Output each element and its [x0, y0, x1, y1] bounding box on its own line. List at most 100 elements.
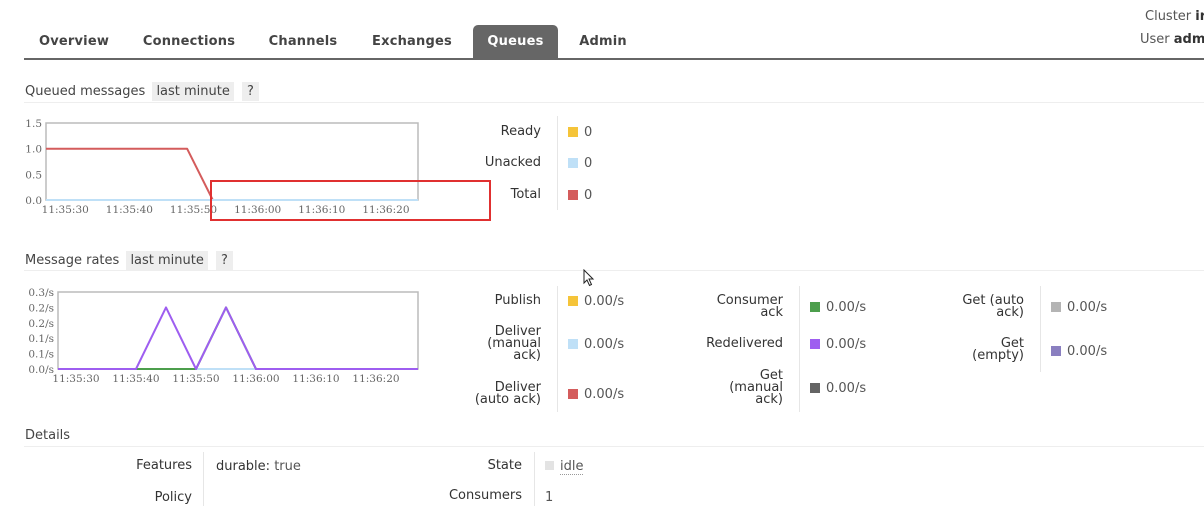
rate-get-auto-ack-label-line: ack) [996, 305, 1024, 320]
features-value: durable: true [216, 459, 301, 474]
queued-legend-ready-label: Ready [440, 124, 541, 139]
rate-redelivered-label: Redelivered [683, 337, 783, 350]
message-rates-chart: 0.0/s 0.1/s 0.1/s 0.2/s 0.2/s 0.3/s 11:35:30 11… [20, 285, 450, 389]
y-tick-label: 0.5 [25, 169, 42, 181]
rate-get-empty-color-swatch[interactable] [1051, 346, 1061, 356]
rate-deliver-manual-ack-label: Deliver (manual ack) [441, 325, 541, 363]
x-tick-label: 11:35:30 [42, 204, 89, 216]
rate-get-manual-ack-value-text: 0.00/s [826, 381, 867, 396]
rate-consumer-ack-label: Consumer ack [683, 294, 783, 320]
rate-get-manual-ack-label: Get (manual ack) [683, 369, 783, 407]
queued-legend-total-color-swatch[interactable] [568, 190, 578, 200]
y-tick-label: 0.2/s [28, 302, 54, 314]
queued-range-selector[interactable]: last minute [152, 82, 234, 101]
rate-consumer-ack-label-line: ack [760, 305, 783, 320]
rates-chart-svg: 0.0/s 0.1/s 0.1/s 0.2/s 0.2/s 0.3/s 11:35:30 11… [28, 287, 419, 385]
rate-redelivered-color-swatch[interactable] [810, 339, 820, 349]
queued-messages-header: Queued messages last minute ? [25, 82, 259, 101]
rate-deliver-auto-ack-value-text: 0.00/s [584, 387, 625, 402]
queued-legend-unacked-value-text: 0 [584, 156, 593, 171]
cluster-value[interactable]: ir [1195, 9, 1204, 24]
y-tick-label: 0.0/s [28, 364, 54, 376]
y-tick-label: 0.1/s [28, 333, 54, 345]
queued-legend-unacked-value: 0 [568, 156, 592, 171]
tab-exchanges[interactable]: Exchanges [364, 25, 460, 58]
features-key: durable: [216, 459, 271, 474]
tab-connections[interactable]: Connections [134, 25, 244, 58]
y-tick-label: 1.5 [25, 118, 42, 130]
message-rates-title: Message rates [25, 253, 120, 268]
rate-get-manual-ack-color-swatch[interactable] [810, 383, 820, 393]
cluster-info: Cluster ir [1145, 9, 1204, 24]
x-tick-label: 11:36:20 [352, 373, 399, 385]
queued-legend-ready-value: 0 [568, 125, 592, 140]
queued-legend-ready-color-swatch[interactable] [568, 127, 578, 137]
mouse-cursor-icon [583, 269, 595, 287]
y-tick-label: 0.1/s [28, 349, 54, 361]
queued-legend-total-value: 0 [568, 188, 592, 203]
rate-redelivered-value: 0.00/s [810, 337, 866, 352]
rate-get-empty-label: Get (empty) [924, 337, 1024, 362]
rate-redelivered-value-text: 0.00/s [826, 337, 867, 352]
rate-get-auto-ack-color-swatch[interactable] [1051, 302, 1061, 312]
rate-publish-label: Publish [441, 293, 541, 308]
rate-deliver-manual-ack-value-text: 0.00/s [584, 337, 625, 352]
y-tick-label: 0.2/s [28, 318, 54, 330]
tab-queues[interactable]: Queues [473, 25, 558, 58]
x-tick-label: 11:35:40 [106, 204, 153, 216]
main-nav-tabs: Overview Connections Channels Exchanges … [24, 25, 1204, 60]
rate-publish-value: 0.00/s [568, 294, 624, 309]
rate-publish-color-swatch[interactable] [568, 296, 578, 306]
x-tick-label: 11:35:50 [172, 373, 219, 385]
queued-legend-ready-label-line: Ready [500, 124, 541, 139]
tab-admin[interactable]: Admin [570, 25, 636, 58]
rate-get-empty-value-text: 0.00/s [1067, 344, 1108, 359]
consumers-value: 1 [545, 490, 554, 505]
section-divider [24, 446, 1204, 447]
rate-consumer-ack-color-swatch[interactable] [810, 302, 820, 312]
y-tick-label: 1.0 [25, 144, 42, 156]
y-tick-label: 0.3/s [28, 287, 54, 299]
rate-get-manual-ack-value: 0.00/s [810, 381, 866, 396]
state-label: State [487, 458, 522, 473]
details-divider [203, 452, 204, 506]
legend-divider [1040, 286, 1041, 372]
state-indicator-icon [545, 461, 554, 470]
rate-deliver-manual-ack-label-line: ack) [513, 348, 541, 363]
rates-help-button[interactable]: ? [216, 251, 233, 270]
rate-get-auto-ack-label: Get (auto ack) [924, 294, 1024, 320]
rate-get-empty-value: 0.00/s [1051, 344, 1107, 359]
rate-get-manual-ack-label-line: ack) [755, 392, 783, 407]
x-tick-label: 11:35:30 [52, 373, 99, 385]
queued-legend-unacked-label: Unacked [440, 156, 541, 169]
queued-legend-ready-value-text: 0 [584, 125, 593, 140]
consumers-label: Consumers [448, 488, 522, 503]
queued-help-button[interactable]: ? [242, 82, 259, 101]
state-value: idle [545, 459, 584, 475]
series-line-consumer-ack [58, 306, 418, 370]
rate-deliver-manual-ack-color-swatch[interactable] [568, 339, 578, 349]
x-tick-label: 11:36:00 [232, 373, 279, 385]
rate-consumer-ack-value-text: 0.00/s [826, 300, 867, 315]
queued-legend-total-value-text: 0 [584, 188, 593, 203]
rate-consumer-ack-value: 0.00/s [810, 300, 866, 315]
series-line-redelivered [58, 306, 418, 370]
legend-divider [557, 116, 558, 210]
tab-overview[interactable]: Overview [24, 25, 124, 58]
details-title: Details [25, 428, 71, 443]
highlight-annotation-box [210, 180, 491, 221]
rates-range-selector[interactable]: last minute [126, 251, 208, 270]
legend-divider [557, 286, 558, 412]
queued-legend-unacked-color-swatch[interactable] [568, 158, 578, 168]
rate-publish-value-text: 0.00/s [584, 294, 625, 309]
rate-publish-label-line: Publish [494, 293, 541, 308]
message-rates-header: Message rates last minute ? [25, 251, 233, 270]
rate-deliver-auto-ack-color-swatch[interactable] [568, 389, 578, 399]
queued-messages-title: Queued messages [25, 84, 146, 99]
x-tick-label: 11:36:10 [292, 373, 339, 385]
details-divider [534, 452, 535, 506]
legend-divider [799, 286, 800, 412]
tab-channels[interactable]: Channels [258, 25, 348, 58]
features-durable-value: true [274, 459, 301, 474]
state-text[interactable]: idle [560, 459, 584, 475]
